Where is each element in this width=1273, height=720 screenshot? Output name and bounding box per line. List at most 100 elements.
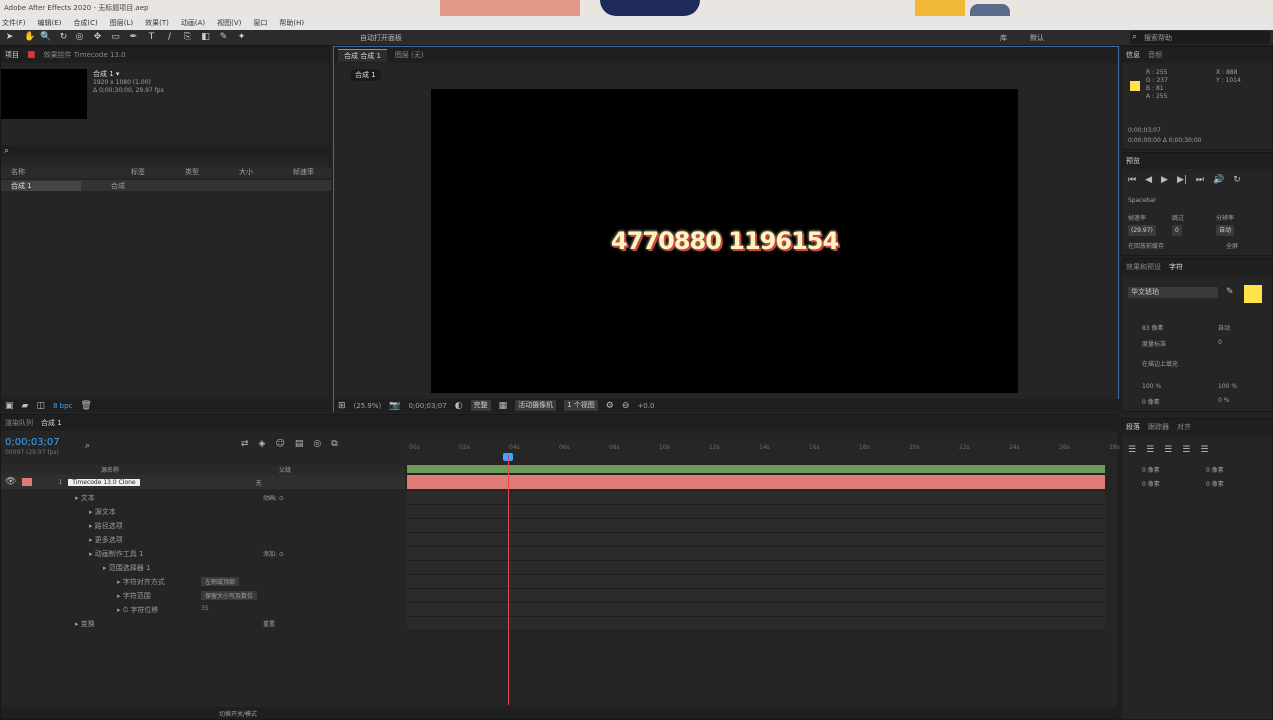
baseline-shift[interactable]: 0 像素 xyxy=(1142,397,1160,406)
motion-blur-icon[interactable]: ◎ xyxy=(313,439,321,449)
clone-tool-icon[interactable]: ⎘ xyxy=(182,32,193,43)
col-parent[interactable]: 父级 xyxy=(279,465,291,475)
fill-color-swatch[interactable] xyxy=(1244,285,1262,303)
selection-tool-icon[interactable]: ➤ xyxy=(4,32,15,43)
align-center-icon[interactable]: ☰ xyxy=(1146,445,1154,455)
property-row[interactable]: ▸ ⏱ 字符位移 xyxy=(117,603,158,617)
tab-paragraph[interactable]: 段落 xyxy=(1126,422,1140,432)
font-size[interactable]: 83 像素 xyxy=(1142,323,1164,332)
quality-select[interactable]: 完整 xyxy=(470,400,491,411)
property-value[interactable]: 添加: ⊙ xyxy=(263,549,284,558)
play-icon[interactable]: ▶ xyxy=(1161,175,1168,185)
property-row[interactable]: ▸ 更多选项 xyxy=(89,533,123,547)
time-ruler[interactable]: 00s 02s 04s 06s 08s 10s 12s 14s 16s 18s 20s 22s 24s 2… xyxy=(407,441,1120,463)
tab-effect-controls[interactable]: 效果控件 Timecode 13.0 xyxy=(44,50,126,60)
font-select[interactable]: 华文琥珀 xyxy=(1128,287,1218,298)
menu-file[interactable]: 文件(F) xyxy=(2,18,26,28)
kerning[interactable]: 度量标准 xyxy=(1142,339,1166,348)
tab-comp[interactable]: 合成 合成 1 xyxy=(338,48,387,62)
last-frame-icon[interactable]: ⏭ xyxy=(1196,175,1204,185)
property-track[interactable] xyxy=(407,519,1105,533)
rotate-tool-icon[interactable]: ↻ xyxy=(58,32,69,43)
roto-tool-icon[interactable]: ✎ xyxy=(218,32,229,43)
tab-align[interactable]: 对齐 xyxy=(1177,422,1191,432)
property-value[interactable]: 保留大小写及数位 xyxy=(201,591,258,600)
zoom-tool-icon[interactable]: 🔍 xyxy=(40,32,51,43)
tab-comp-1[interactable]: 合成 1 xyxy=(41,418,62,428)
col-size[interactable]: 大小 xyxy=(239,167,253,178)
eraser-tool-icon[interactable]: ◧ xyxy=(200,32,211,43)
tracking[interactable]: 0 xyxy=(1218,339,1222,346)
property-row[interactable]: ▸ 范围选择器 1 xyxy=(103,561,150,575)
timeline-timecode[interactable]: 0;00;03;07 xyxy=(5,437,60,448)
property-row[interactable]: ▸ 源文本 xyxy=(89,505,116,519)
menu-composition[interactable]: 合成(C) xyxy=(73,18,97,28)
justify-all-icon[interactable]: ☰ xyxy=(1200,445,1208,455)
property-row[interactable]: ▸ 字符对齐方式 xyxy=(117,575,165,589)
breadcrumb[interactable]: 合成 1 xyxy=(350,69,381,81)
indent-left[interactable]: 0 像素 xyxy=(1142,465,1160,474)
comp-flowchart-icon[interactable]: ⇄ xyxy=(241,439,249,449)
tab-tracker[interactable]: 跟踪器 xyxy=(1148,422,1169,432)
property-track[interactable] xyxy=(407,575,1105,589)
property-row[interactable]: ▸ 文本 xyxy=(75,491,95,505)
text-tool-icon[interactable]: T xyxy=(146,32,157,43)
justify-icon[interactable]: ☰ xyxy=(1182,445,1190,455)
col-type[interactable]: 类型 xyxy=(185,167,199,178)
property-track[interactable] xyxy=(407,561,1105,575)
property-value[interactable]: 重置 xyxy=(263,619,275,628)
pan-behind-tool-icon[interactable]: ✥ xyxy=(92,32,103,43)
vertical-scale[interactable]: 100 % xyxy=(1142,383,1161,390)
layer-name[interactable]: Timecode 13.0 Clone xyxy=(68,478,140,486)
grid-icon[interactable]: ⊞ xyxy=(338,401,346,411)
work-area-bar[interactable] xyxy=(407,465,1105,473)
menu-edit[interactable]: 编辑(E) xyxy=(38,18,62,28)
tab-character[interactable]: 字符 xyxy=(1169,262,1183,272)
tab-effects-presets[interactable]: 效果和预设 xyxy=(1126,262,1161,272)
leading[interactable]: 自动 xyxy=(1218,323,1230,332)
graph-editor-icon[interactable]: ⧉ xyxy=(331,439,337,449)
delete-icon[interactable]: 🗑 xyxy=(80,401,91,411)
eyedropper-icon[interactable]: ✎ xyxy=(1226,287,1234,297)
property-value[interactable]: 35 xyxy=(201,605,209,612)
align-left-icon[interactable]: ☰ xyxy=(1128,445,1136,455)
col-label[interactable]: 标签 xyxy=(131,167,145,178)
indent-right[interactable]: 0 像素 xyxy=(1206,465,1224,474)
search-help-input[interactable]: ⌕ 搜索帮助 xyxy=(1130,31,1270,44)
parent-select[interactable]: 无 xyxy=(256,478,262,487)
menu-window[interactable]: 窗口 xyxy=(253,18,267,28)
prev-frame-icon[interactable]: ◀ xyxy=(1145,175,1152,185)
property-row[interactable]: ▸ 路径选项 xyxy=(89,519,123,533)
property-row[interactable]: ▸ 动画制作工具 1 xyxy=(89,547,143,561)
first-frame-icon[interactable]: ⏮ xyxy=(1128,175,1136,185)
space-before[interactable]: 0 像素 xyxy=(1142,479,1160,488)
table-row[interactable]: 👁 1 Timecode 13.0 Clone 无 xyxy=(1,475,405,489)
toggle-switches-modes[interactable]: 切换开关/模式 xyxy=(219,709,257,718)
menu-layer[interactable]: 图层(L) xyxy=(110,18,133,28)
layer-duration-bar[interactable] xyxy=(407,475,1105,489)
fullscreen-checkbox[interactable]: 全屏 xyxy=(1226,241,1238,250)
render-icon[interactable]: ⚙ xyxy=(606,401,614,411)
col-source-name[interactable]: 源名称 xyxy=(101,465,119,475)
visibility-icon[interactable]: 👁 xyxy=(5,477,16,487)
horizontal-scale[interactable]: 100 % xyxy=(1218,383,1237,390)
pen-tool-icon[interactable]: ✒ xyxy=(128,32,139,43)
workspace-library[interactable]: 库 xyxy=(1000,33,1007,43)
workspace-selector[interactable]: 默认 xyxy=(1030,33,1044,43)
search-icon[interactable]: ⌕ xyxy=(85,441,90,451)
property-track[interactable] xyxy=(407,533,1105,547)
property-track[interactable] xyxy=(407,491,1105,505)
zoom-select[interactable]: (25.9%) xyxy=(354,402,382,410)
stroke-mode[interactable]: 在描边上填充 xyxy=(1142,359,1178,368)
puppet-tool-icon[interactable]: ✦ xyxy=(236,32,247,43)
exposure-value[interactable]: +0.0 xyxy=(637,402,654,410)
snapshot-icon[interactable]: 📷 xyxy=(389,401,400,411)
frame-blend-icon[interactable]: ▤ xyxy=(295,439,304,449)
label-color[interactable] xyxy=(22,478,33,486)
channel-icon[interactable]: ◐ xyxy=(455,401,463,411)
tsume[interactable]: 0 % xyxy=(1218,397,1229,404)
property-value[interactable]: 左侧或顶部 xyxy=(201,577,240,586)
menu-effect[interactable]: 效果(T) xyxy=(145,18,169,28)
tab-preview[interactable]: 预览 xyxy=(1126,156,1140,166)
res-select[interactable]: 自动 xyxy=(1216,225,1235,236)
